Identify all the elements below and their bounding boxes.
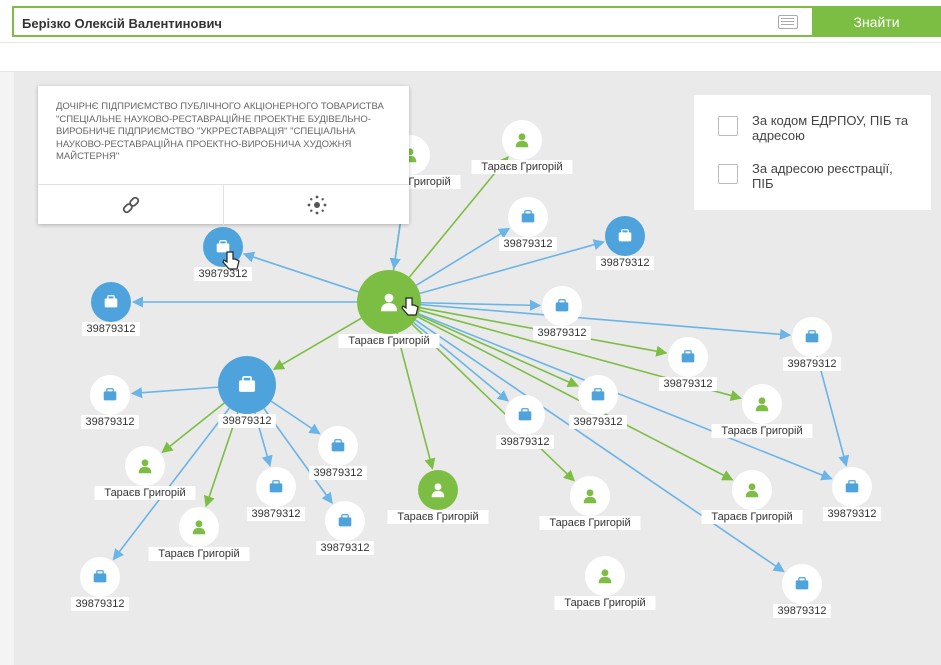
company-node[interactable]: 39879312 bbox=[309, 426, 367, 480]
company-node[interactable]: 39879312 bbox=[247, 467, 305, 521]
company-node[interactable]: 39879312 bbox=[773, 564, 831, 618]
node-label: 39879312 bbox=[252, 508, 301, 520]
company-node[interactable]: 39879312 bbox=[218, 356, 276, 428]
open-link-button[interactable] bbox=[38, 185, 223, 225]
filter-option-address[interactable]: За адресою реєстрації, ПІБ bbox=[718, 161, 917, 191]
company-full-name: ДОЧІРНЄ ПІДПРИЄМСТВО ПУБЛІЧНОГО АКЦІОНЕР… bbox=[56, 101, 384, 162]
graph-edge bbox=[414, 319, 785, 573]
network-icon bbox=[307, 195, 326, 215]
node-label: Тараєв Григорій bbox=[549, 517, 630, 529]
company-node[interactable]: 39879312 bbox=[82, 282, 140, 336]
node-label: Тараєв Григорій bbox=[481, 161, 562, 173]
graph-edge bbox=[417, 314, 579, 388]
company-node[interactable]: 39879312 bbox=[596, 216, 654, 270]
company-node[interactable]: 39879312 bbox=[316, 501, 374, 555]
node-label: 39879312 bbox=[601, 257, 650, 269]
filter-address-checkbox[interactable] bbox=[718, 164, 738, 184]
company-node[interactable]: 39879312 bbox=[71, 557, 129, 611]
person-node[interactable]: Тараєв Григорій bbox=[539, 476, 641, 530]
company-node[interactable]: 39879312 bbox=[823, 467, 881, 521]
filter-option-edrpou[interactable]: За кодом ЕДРПОУ, ПІБ та адресою bbox=[718, 113, 917, 143]
company-node[interactable]: 39879312 bbox=[533, 286, 591, 340]
node-label: 39879312 bbox=[501, 436, 550, 448]
company-node[interactable]: 39879312 bbox=[496, 395, 554, 449]
graph-edge bbox=[242, 251, 359, 293]
company-node[interactable]: 39879312 bbox=[194, 227, 252, 281]
expand-network-button[interactable] bbox=[223, 185, 409, 225]
node-label: 39879312 bbox=[314, 467, 363, 479]
person-node[interactable]: Тараєв Григорій bbox=[711, 384, 813, 438]
node-label: Тараєв Григорій bbox=[348, 335, 429, 347]
graph-edge bbox=[420, 299, 542, 311]
graph-edge bbox=[130, 386, 219, 399]
person-node[interactable]: Тараєв Григорій bbox=[148, 507, 250, 561]
company-node[interactable]: 39879312 bbox=[659, 337, 717, 391]
node-label: Тараєв Григорій bbox=[104, 487, 185, 499]
company-tooltip: ДОЧІРНЄ ПІДПРИЄМСТВО ПУБЛІЧНОГО АКЦІОНЕР… bbox=[38, 86, 409, 225]
tooltip-actions bbox=[38, 184, 409, 225]
graph-edge bbox=[420, 303, 792, 340]
person-node[interactable]: Тараєв Григорій bbox=[554, 556, 656, 610]
node-label: Тараєв Григорій bbox=[721, 425, 802, 437]
node-label: Тараєв Григорій bbox=[711, 511, 792, 523]
node-label: 39879312 bbox=[778, 605, 827, 617]
company-node[interactable]: 39879312 bbox=[569, 375, 627, 429]
link-icon bbox=[122, 196, 139, 214]
node-label: 39879312 bbox=[664, 378, 713, 390]
filter-panel: За кодом ЕДРПОУ, ПІБ та адресою За адрес… bbox=[694, 95, 931, 210]
node-label: Тараєв Григорій bbox=[158, 548, 239, 560]
node-label: 39879312 bbox=[828, 508, 877, 520]
node-label: 39879312 bbox=[223, 415, 272, 427]
node-label: 39879312 bbox=[199, 268, 248, 280]
filter-edrpou-checkbox[interactable] bbox=[718, 116, 738, 136]
person-node[interactable]: Тараєв Григорій bbox=[471, 120, 573, 174]
node-label: 39879312 bbox=[76, 598, 125, 610]
filter-edrpou-label: За кодом ЕДРПОУ, ПІБ та адресою bbox=[752, 113, 909, 143]
graph-edge bbox=[415, 227, 511, 286]
node-label: Тараєв Григорій bbox=[564, 597, 645, 609]
person-node[interactable]: Тараєв Григорій bbox=[701, 470, 803, 524]
node-label: 39879312 bbox=[538, 327, 587, 339]
node-label: 39879312 bbox=[574, 416, 623, 428]
node-label: 39879312 bbox=[87, 323, 136, 335]
company-node[interactable]: 39879312 bbox=[499, 197, 557, 251]
graph-edge bbox=[396, 332, 436, 470]
node-label: 39879312 bbox=[321, 542, 370, 554]
company-node[interactable]: 39879312 bbox=[783, 317, 841, 371]
node-label: 39879312 bbox=[788, 358, 837, 370]
filter-address-label: За адресою реєстрації, ПІБ bbox=[752, 161, 893, 191]
company-node[interactable]: 39879312 bbox=[81, 375, 139, 429]
node-label: 39879312 bbox=[504, 238, 553, 250]
app-window: Знайти Тараєв Григорій39879312Тараєв Гри… bbox=[0, 0, 941, 665]
graph-edge bbox=[816, 356, 850, 467]
node-label: Тараєв Григорій bbox=[397, 511, 478, 523]
person-node[interactable]: Тараєв Григорій bbox=[387, 470, 489, 524]
node-label: 39879312 bbox=[86, 416, 135, 428]
